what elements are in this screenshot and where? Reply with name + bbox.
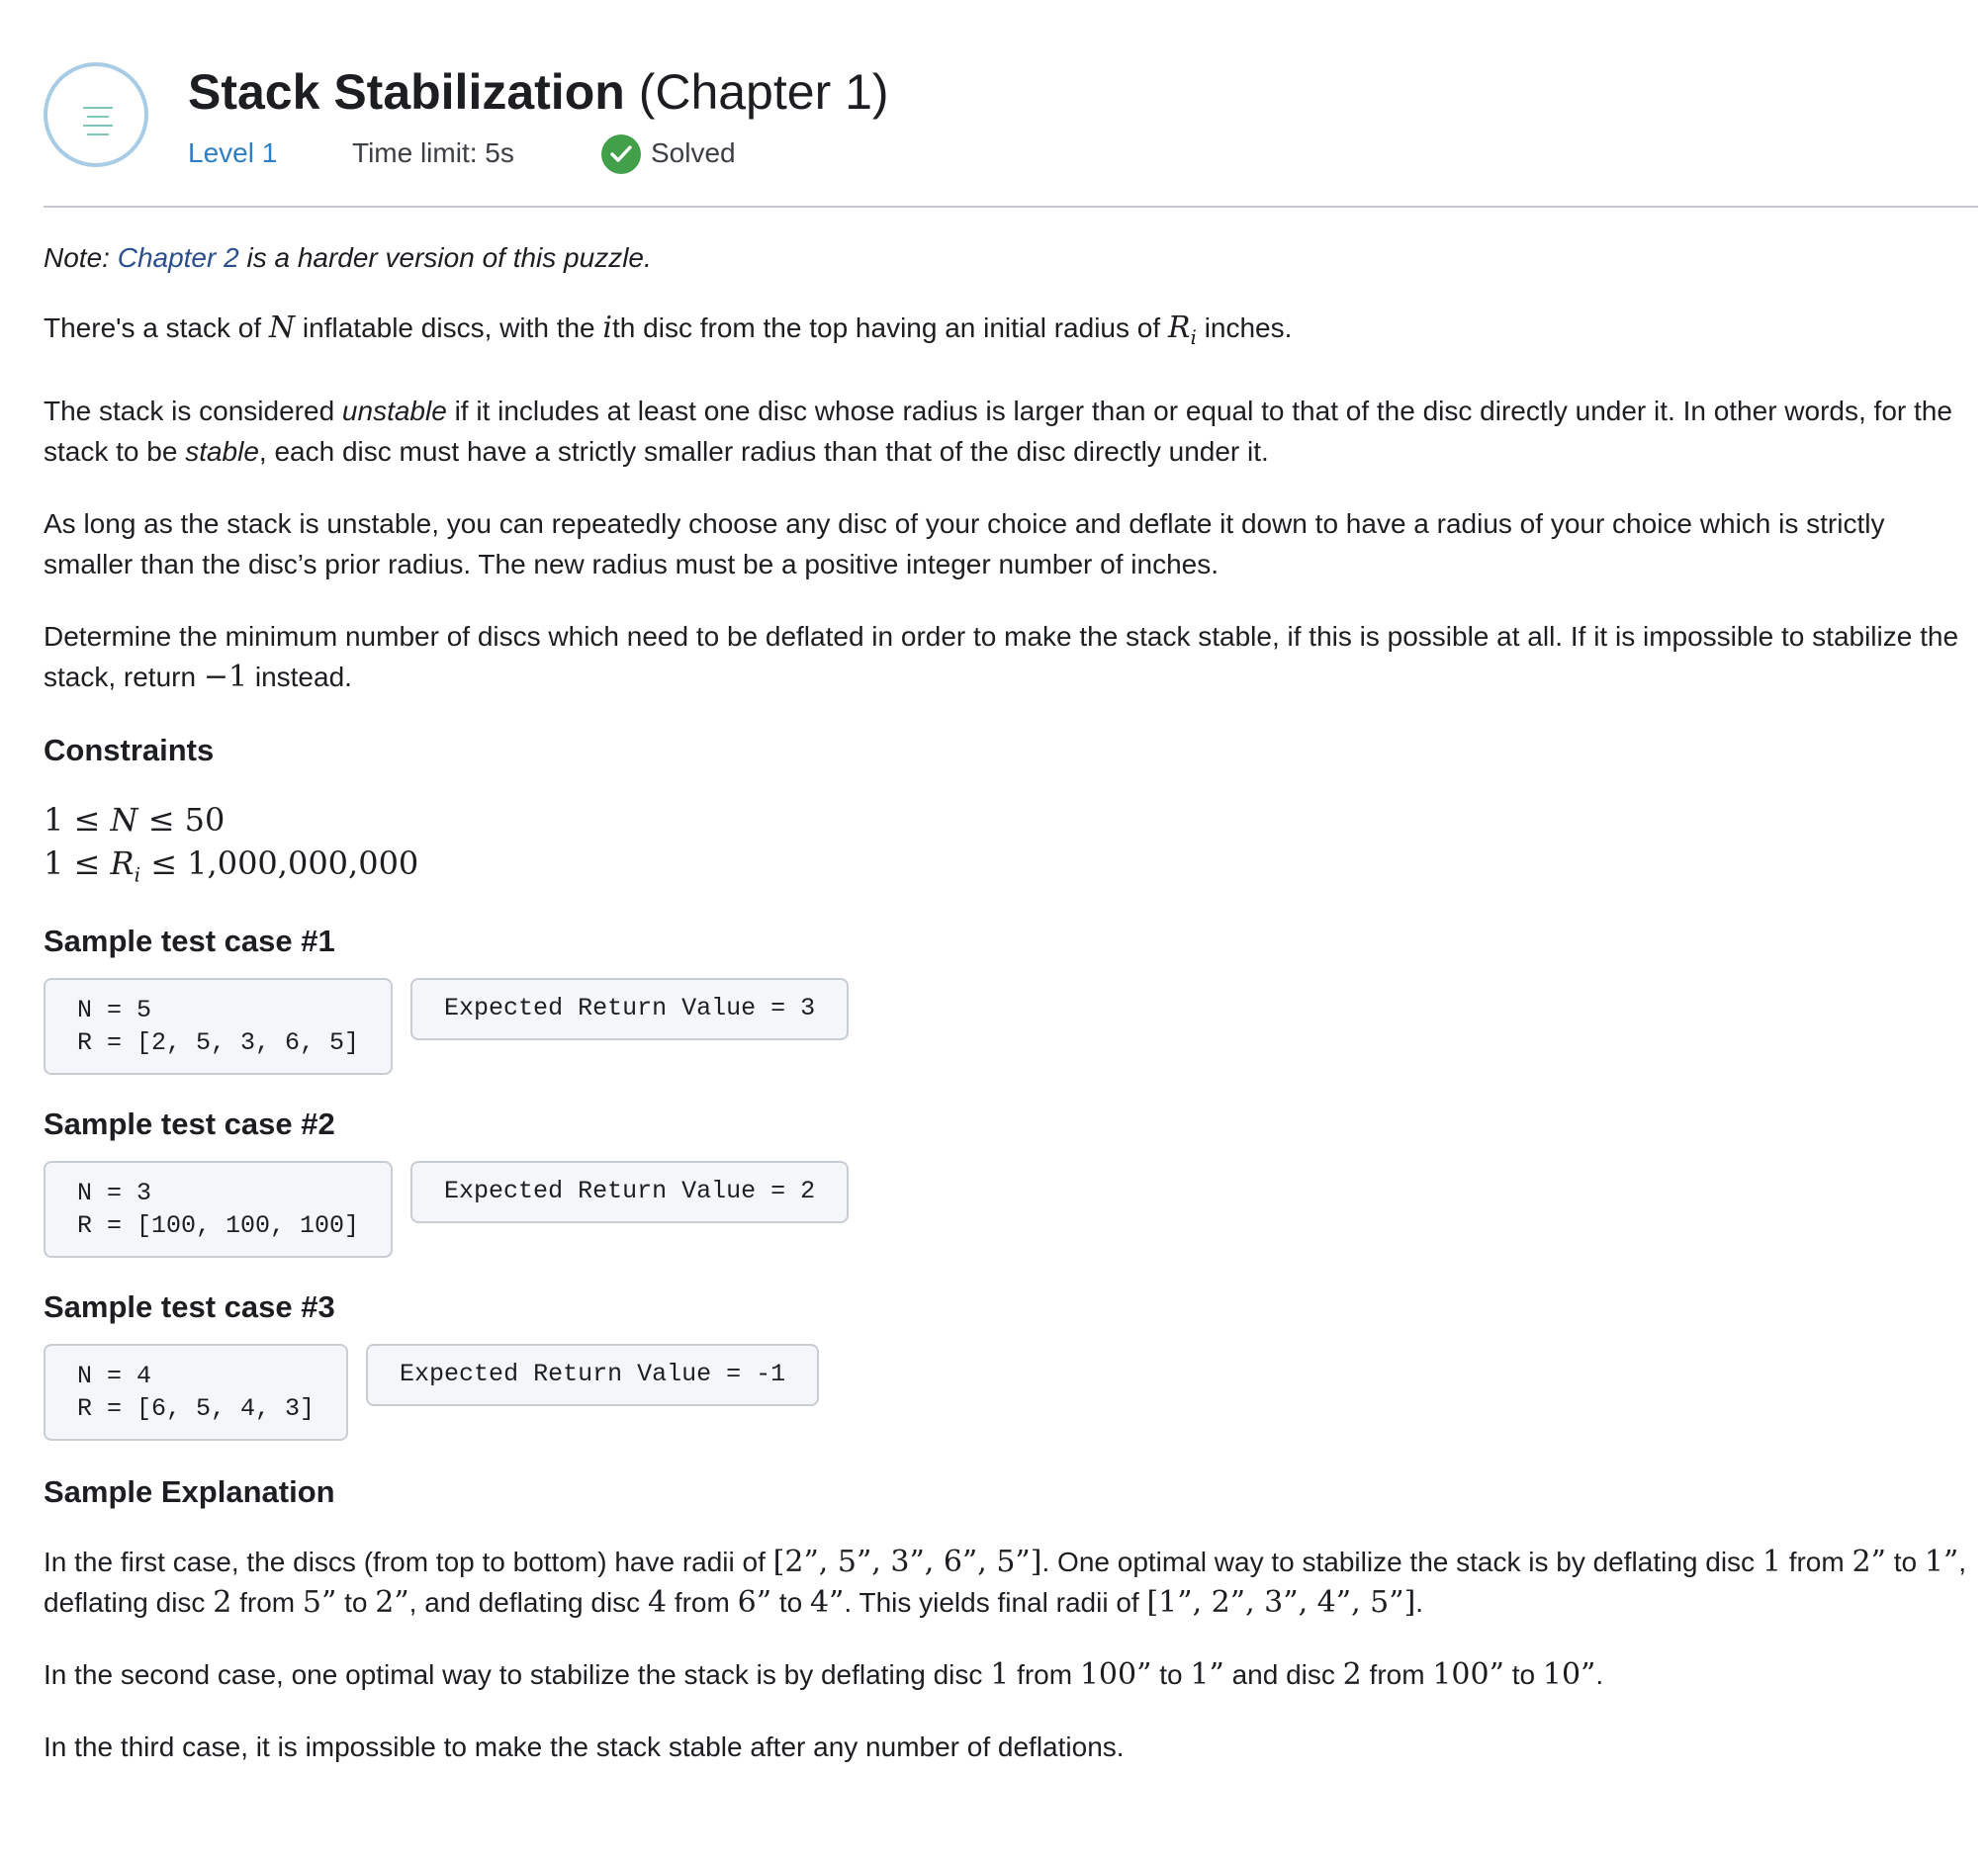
text: , each disc must have a strictly smaller…	[258, 436, 1269, 467]
statement-paragraph-4: Determine the minimum number of discs wh…	[44, 616, 1978, 697]
text: The stack is considered	[44, 396, 335, 426]
time-limit: Time limit: 5s	[352, 137, 514, 168]
text: to	[1511, 1659, 1536, 1691]
status-badge: Solved	[651, 137, 736, 168]
text: instead.	[254, 662, 352, 692]
sample-2-input: N = 3 R = [100, 100, 100]	[44, 1161, 394, 1259]
sample-3-output: Expected Return Value = -1	[366, 1344, 820, 1407]
header-divider	[44, 206, 1978, 208]
chapter-2-link[interactable]: Chapter 2	[118, 242, 239, 273]
constraints-list: 1 ≤ N ≤ 50 1 ≤ Ri ≤ 1,000,000,000	[44, 798, 1978, 896]
text: 1 ≤	[44, 844, 111, 882]
math-neg-one: −1	[203, 660, 248, 694]
sample-1-output: Expected Return Value = 3	[410, 978, 850, 1041]
check-circle-icon	[601, 134, 641, 174]
text: In the first case, the discs (from top t…	[44, 1547, 766, 1578]
constraints-heading: Constraints	[44, 733, 215, 767]
text: to	[1893, 1547, 1918, 1578]
constraint-r: 1 ≤ Ri ≤ 1,000,000,000	[44, 842, 1978, 896]
sample-1-input: N = 5 R = [2, 5, 3, 6, 5]	[44, 978, 394, 1076]
math: 1”	[1924, 1545, 1959, 1580]
math: [1”, 2”, 3”, 4”, 5”]	[1146, 1585, 1416, 1621]
sample-1: N = 5 R = [2, 5, 3, 6, 5] Expected Retur…	[44, 978, 1978, 1076]
level-link[interactable]: Level 1	[188, 133, 277, 173]
text: to	[344, 1587, 368, 1619]
sample-3-heading: Sample test case #3	[44, 1289, 335, 1325]
math: 2”	[375, 1585, 409, 1621]
text: , and deflating disc	[408, 1587, 641, 1619]
sample-3-input: N = 4 R = [6, 5, 4, 3]	[44, 1344, 349, 1442]
sample-explanation-heading: Sample Explanation	[44, 1474, 335, 1510]
math: 6”	[737, 1585, 772, 1621]
explanation-paragraph-1: In the first case, the discs (from top t…	[44, 1542, 1978, 1623]
text: There's a stack of	[44, 312, 262, 343]
math: 4”	[809, 1585, 845, 1621]
sample-2-heading: Sample test case #2	[44, 1107, 335, 1142]
sample-2-output: Expected Return Value = 2	[410, 1161, 850, 1224]
var: R	[110, 844, 135, 882]
title-bold: Stack Stabilization	[188, 64, 625, 120]
math-r-var: R	[1167, 310, 1191, 345]
text: from	[1788, 1547, 1845, 1578]
math: 2”	[1852, 1545, 1886, 1580]
emphasis-unstable: unstable	[341, 396, 447, 426]
problem-page: Stack Stabilization (Chapter 1) Level 1 …	[0, 0, 1988, 1863]
math-n: N	[268, 310, 296, 345]
explanation-paragraph-2: In the second case, one optimal way to s…	[44, 1654, 1978, 1695]
text: and disc	[1231, 1659, 1335, 1691]
text: .	[1415, 1587, 1424, 1619]
text: In the second case, one optimal way to s…	[44, 1659, 983, 1691]
text: from	[1017, 1659, 1073, 1691]
text: from	[239, 1587, 296, 1619]
problem-header: Stack Stabilization (Chapter 1) Level 1 …	[44, 62, 1978, 209]
math: 5”	[302, 1585, 337, 1621]
text: .	[1595, 1659, 1604, 1691]
text: th disc from the top having an initial r…	[612, 312, 1161, 343]
page-title: Stack Stabilization (Chapter 1)	[188, 62, 889, 122]
note-prefix: Note:	[44, 242, 110, 273]
math: 2	[213, 1585, 232, 1621]
note: Note: Chapter 2 is a harder version of t…	[44, 237, 1978, 278]
text: ≤ 50	[137, 801, 226, 839]
note-suffix: is a harder version of this puzzle.	[246, 242, 652, 273]
math: 2	[1342, 1657, 1362, 1693]
math-i: i	[602, 310, 613, 345]
problem-logo	[44, 62, 148, 167]
text: . One optimal way to stabilize the stack…	[1041, 1547, 1756, 1578]
text: inches.	[1204, 312, 1293, 343]
text: ≤ 1,000,000,000	[140, 844, 419, 882]
emphasis-stable: stable	[185, 436, 259, 467]
math: 10”	[1542, 1657, 1596, 1693]
sample-3: N = 4 R = [6, 5, 4, 3] Expected Return V…	[44, 1344, 1978, 1442]
problem-statement: Note: Chapter 2 is a harder version of t…	[44, 237, 1978, 1767]
math: 1”	[1190, 1657, 1224, 1693]
math: [2”, 5”, 3”, 6”, 5”]	[772, 1545, 1042, 1580]
statement-paragraph-1: There's a stack of N inflatable discs, w…	[44, 308, 1978, 358]
math: 1	[1762, 1545, 1781, 1580]
text: . This yields final radii of	[844, 1587, 1139, 1619]
text: inflatable discs, with the	[302, 312, 595, 343]
math: 100”	[1432, 1657, 1504, 1693]
text: from	[674, 1587, 730, 1619]
text: 1 ≤	[44, 801, 111, 839]
title-chapter: (Chapter 1)	[638, 64, 889, 120]
explanation-paragraph-3: In the third case, it is impossible to m…	[44, 1731, 1125, 1763]
sample-2: N = 3 R = [100, 100, 100] Expected Retur…	[44, 1161, 1978, 1259]
statement-paragraph-2: The stack is considered unstable if it i…	[44, 391, 1978, 472]
text: to	[1159, 1659, 1183, 1691]
text: from	[1369, 1659, 1425, 1691]
math: 100”	[1079, 1657, 1152, 1693]
math: 4	[647, 1585, 668, 1621]
var: N	[110, 801, 138, 839]
constraint-n: 1 ≤ N ≤ 50	[44, 798, 1978, 842]
math: 1	[990, 1657, 1010, 1693]
math-r: Ri	[1167, 310, 1197, 349]
sample-1-heading: Sample test case #1	[44, 924, 335, 959]
math-r-sub: i	[1190, 325, 1197, 349]
menu-lines-icon	[83, 107, 113, 135]
text: to	[778, 1587, 803, 1619]
statement-paragraph-3: As long as the stack is unstable, you ca…	[44, 508, 1885, 579]
